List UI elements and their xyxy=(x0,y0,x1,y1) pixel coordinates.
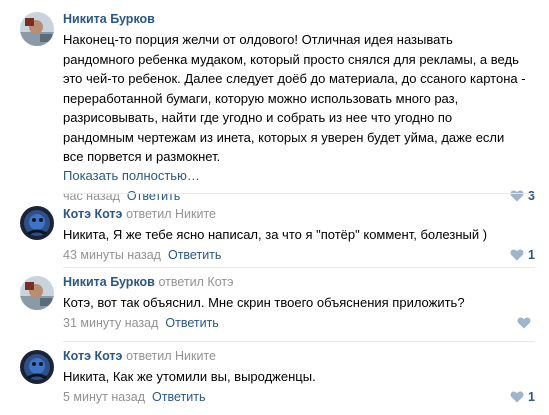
like-button[interactable]: 1 xyxy=(510,246,535,264)
avatar[interactable] xyxy=(20,350,54,384)
reply-prefix: ответил xyxy=(126,207,172,221)
comment-text: Никита, Я же тебе ясно написал, за что я… xyxy=(63,227,488,242)
author-name[interactable]: Котэ Котэ xyxy=(63,207,122,221)
comment-time[interactable]: 5 минут назад xyxy=(63,390,145,404)
heart-icon xyxy=(510,248,524,260)
avatar-image xyxy=(20,206,54,240)
comment-divider xyxy=(63,193,535,194)
reply-button[interactable]: Ответить xyxy=(168,248,221,262)
comment-meta: 31 минуту назад Ответить xyxy=(63,314,535,332)
avatar-image xyxy=(20,12,54,46)
comment-item: Котэ Котэ ответил Никите Никита, Как же … xyxy=(0,342,549,415)
reply-info: ответил Никите xyxy=(126,349,216,363)
reply-info: ответил Никите xyxy=(126,207,216,221)
comment-time[interactable]: 43 минуты назад xyxy=(63,248,161,262)
reply-button[interactable]: Ответить xyxy=(152,390,205,404)
reply-prefix: ответил xyxy=(158,275,204,289)
comment-header: Котэ Котэ ответил Никите xyxy=(63,347,535,365)
comment-item: Котэ Котэ ответил Никите Никита, Я же те… xyxy=(0,196,549,268)
reply-button[interactable]: Ответить xyxy=(165,316,218,330)
comment-text: Котэ, вот так объяснил. Мне скрин твоего… xyxy=(63,295,465,310)
show-more-link[interactable]: Показать полностью… xyxy=(63,167,200,185)
comment-item: Никита Бурков ответил Котэ Котэ, вот так… xyxy=(0,268,549,342)
author-name[interactable]: Котэ Котэ xyxy=(63,349,122,363)
comment-text: Никита, Как же утомили вы, выродженцы. xyxy=(63,369,316,384)
avatar[interactable] xyxy=(20,206,54,240)
comment-time[interactable]: 31 минуту назад xyxy=(63,316,158,330)
avatar[interactable] xyxy=(20,276,54,310)
reply-target[interactable]: Котэ xyxy=(207,275,233,289)
author-name[interactable]: Никита Бурков xyxy=(63,275,155,289)
comment-header: Никита Бурков xyxy=(63,10,535,28)
comment-header: Котэ Котэ ответил Никите xyxy=(63,205,535,223)
reply-target[interactable]: Никите xyxy=(175,349,216,363)
like-button[interactable] xyxy=(517,314,535,332)
comment-text: Наконец-то порция желчи от олдового! Отл… xyxy=(63,32,526,164)
avatar-image xyxy=(20,350,54,384)
avatar[interactable] xyxy=(20,12,54,46)
reply-prefix: ответил xyxy=(126,349,172,363)
like-count: 1 xyxy=(528,247,535,262)
comment-item: Никита Бурков Наконец-то порция желчи от… xyxy=(0,0,549,203)
heart-icon xyxy=(510,390,524,402)
heart-icon xyxy=(517,316,531,328)
comment-meta: 43 минуты назад Ответить 1 xyxy=(63,246,535,264)
reply-info: ответил Котэ xyxy=(158,275,233,289)
like-button[interactable]: 1 xyxy=(510,388,535,406)
reply-target[interactable]: Никите xyxy=(175,207,216,221)
author-name[interactable]: Никита Бурков xyxy=(63,12,155,26)
comment-meta: 5 минут назад Ответить 1 xyxy=(63,388,535,406)
avatar-image xyxy=(20,276,54,310)
like-count: 1 xyxy=(528,389,535,404)
comment-header: Никита Бурков ответил Котэ xyxy=(63,273,535,291)
